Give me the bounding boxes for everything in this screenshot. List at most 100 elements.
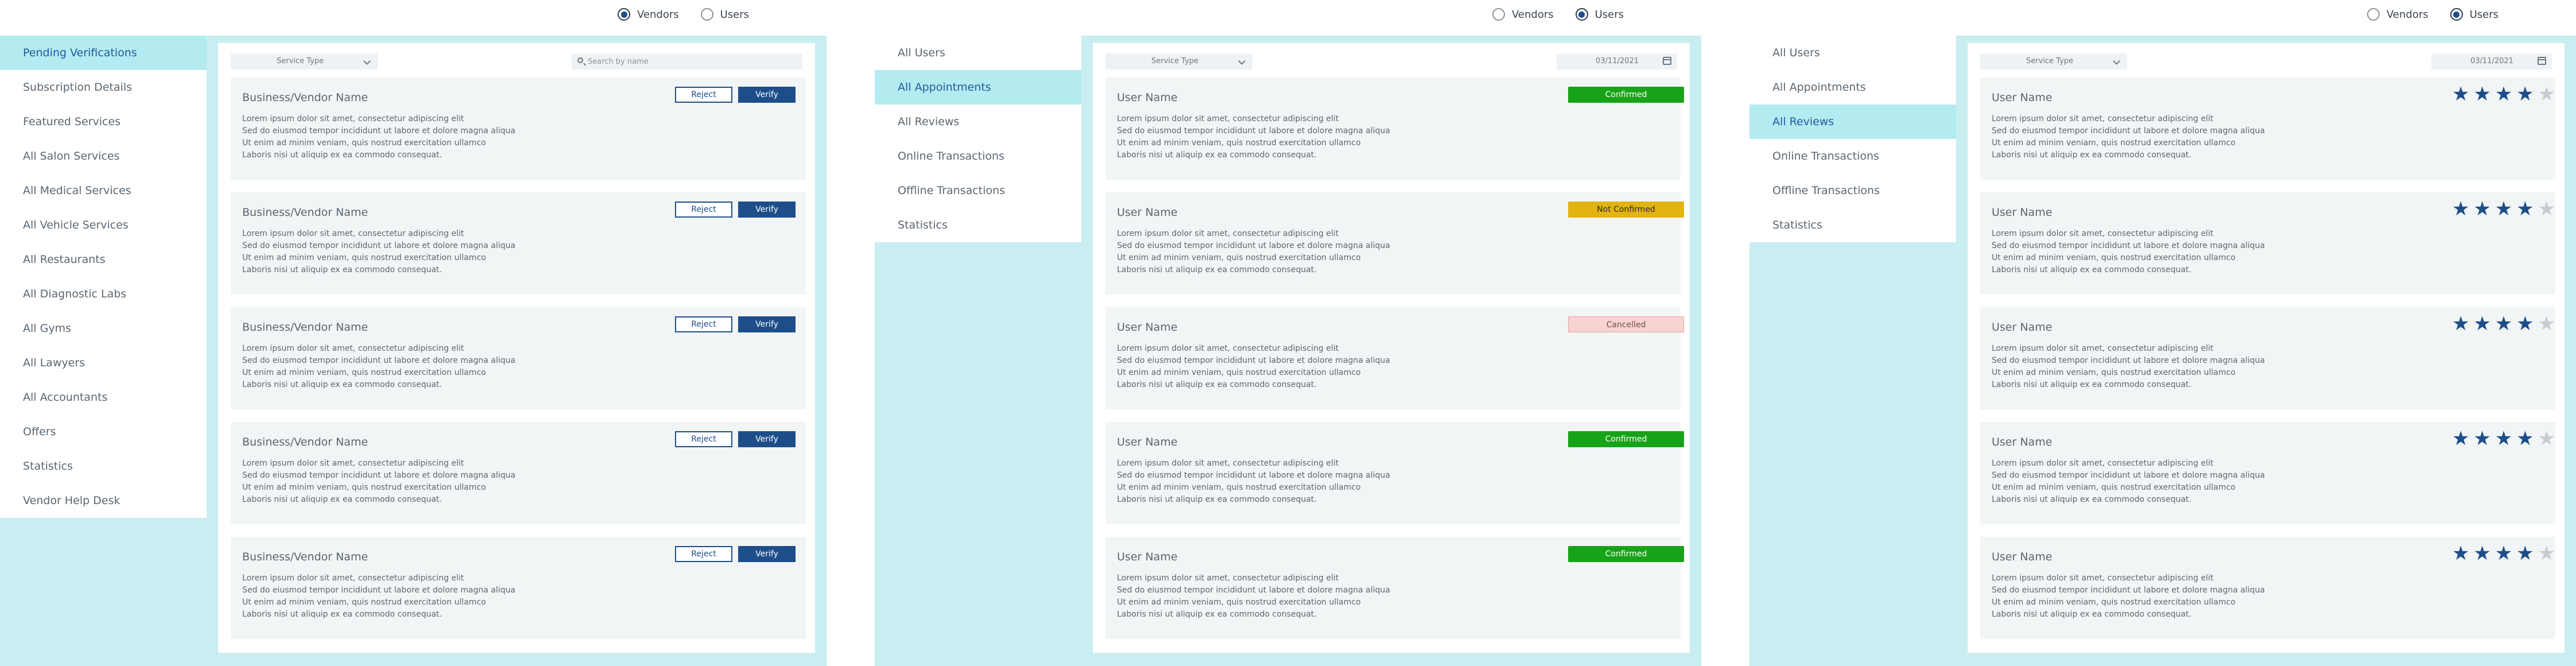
reject-button[interactable]: Reject bbox=[675, 546, 732, 562]
users-radio[interactable] bbox=[2450, 8, 2463, 21]
reject-button[interactable]: Reject bbox=[675, 87, 732, 103]
review-card: User Name Lorem ipsum dolor sit amet, co… bbox=[1980, 78, 2555, 180]
reject-button[interactable]: Reject bbox=[675, 202, 732, 218]
star-rating: ★ ★ ★ ★ ★ bbox=[2452, 199, 2555, 219]
sidebar-item-all-users[interactable]: All Users bbox=[875, 36, 1081, 70]
star-icon: ★ bbox=[2516, 312, 2534, 335]
appointment-card: User Name Lorem ipsum dolor sit amet, co… bbox=[1105, 537, 1684, 639]
card-description: Lorem ipsum dolor sit amet, consectetur … bbox=[242, 344, 515, 389]
sidebar-item-online-transactions[interactable]: Online Transactions bbox=[1749, 139, 1956, 173]
vendors-radio-label[interactable]: Vendors bbox=[2387, 9, 2428, 21]
sidebar-item-statistics[interactable]: Statistics bbox=[875, 208, 1081, 242]
sidebar-item-online-transactions[interactable]: Online Transactions bbox=[875, 139, 1081, 173]
users-radio-label[interactable]: Users bbox=[720, 9, 749, 21]
sidebar-item-all-appointments[interactable]: All Appointments bbox=[875, 70, 1081, 104]
service-type-select[interactable]: Service Type bbox=[1105, 53, 1252, 69]
card-title: Business/Vendor Name bbox=[242, 91, 368, 104]
vendor-card: Business/Vendor Name Lorem ipsum dolor s… bbox=[231, 78, 806, 180]
card-description: Lorem ipsum dolor sit amet, consectetur … bbox=[242, 114, 515, 160]
users-radio-label[interactable]: Users bbox=[1595, 9, 1624, 21]
card-description: Lorem ipsum dolor sit amet, consectetur … bbox=[242, 229, 515, 274]
star-icon: ★ bbox=[2516, 427, 2534, 450]
verify-button[interactable]: Verify bbox=[738, 316, 796, 332]
user-type-toggle: Vendors Users bbox=[618, 8, 771, 21]
date-picker[interactable]: 03/11/2021 bbox=[2431, 53, 2552, 69]
star-icon: ★ bbox=[2473, 312, 2491, 335]
card-description: Lorem ipsum dolor sit amet, consectetur … bbox=[1117, 574, 1390, 619]
sidebar-item-all-gyms[interactable]: All Gyms bbox=[0, 311, 207, 346]
card-description: Lorem ipsum dolor sit amet, consectetur … bbox=[1992, 229, 2265, 274]
sidebar-item-all-vehicle-services[interactable]: All Vehicle Services bbox=[0, 208, 207, 242]
sidebar-item-all-medical-services[interactable]: All Medical Services bbox=[0, 173, 207, 208]
card-title: User Name bbox=[1992, 321, 2053, 334]
sidebar-item-all-users[interactable]: All Users bbox=[1749, 36, 1956, 70]
reject-button[interactable]: Reject bbox=[675, 431, 732, 447]
users-radio[interactable] bbox=[700, 8, 713, 21]
sidebar-item-offline-transactions[interactable]: Offline Transactions bbox=[1749, 173, 1956, 208]
sidebar-item-all-accountants[interactable]: All Accountants bbox=[0, 380, 207, 415]
sidebar: All Users All Appointments All Reviews O… bbox=[1749, 36, 1956, 242]
card-title: User Name bbox=[1117, 206, 1178, 219]
sidebar-item-all-appointments[interactable]: All Appointments bbox=[1749, 70, 1956, 104]
users-radio-label[interactable]: Users bbox=[2470, 9, 2499, 21]
status-badge: Confirmed bbox=[1568, 87, 1684, 103]
search-input[interactable] bbox=[588, 53, 794, 69]
date-picker[interactable]: 03/11/2021 bbox=[1557, 53, 1677, 69]
sidebar-item-all-lawyers[interactable]: All Lawyers bbox=[0, 346, 207, 380]
verify-button[interactable]: Verify bbox=[738, 202, 796, 218]
star-icon: ★ bbox=[2494, 427, 2513, 450]
sidebar-item-offline-transactions[interactable]: Offline Transactions bbox=[875, 173, 1081, 208]
users-radio[interactable] bbox=[1575, 8, 1588, 21]
user-type-toggle: Vendors Users bbox=[1492, 8, 1646, 21]
sidebar-item-all-salon-services[interactable]: All Salon Services bbox=[0, 139, 207, 173]
sidebar-item-offers[interactable]: Offers bbox=[0, 415, 207, 449]
verify-button[interactable]: Verify bbox=[738, 87, 796, 103]
appointment-card: User Name Lorem ipsum dolor sit amet, co… bbox=[1105, 78, 1684, 180]
sidebar-item-statistics[interactable]: Statistics bbox=[1749, 208, 1956, 242]
sidebar-item-all-reviews[interactable]: All Reviews bbox=[1749, 104, 1956, 139]
card-title: User Name bbox=[1992, 206, 2053, 219]
star-icon: ★ bbox=[2473, 542, 2491, 565]
service-type-select[interactable]: Service Type bbox=[1980, 53, 2127, 69]
chevron-down-icon bbox=[1238, 57, 1246, 65]
sidebar-item-subscription-details[interactable]: Subscription Details bbox=[0, 70, 207, 104]
verify-button[interactable]: Verify bbox=[738, 431, 796, 447]
vendors-radio[interactable] bbox=[2367, 8, 2380, 21]
screen-appointments: Vendors Users All Users All Appointments… bbox=[875, 0, 1701, 666]
sidebar-item-featured-services[interactable]: Featured Services bbox=[0, 104, 207, 139]
card-title: Business/Vendor Name bbox=[242, 551, 368, 563]
top-bar: Vendors Users bbox=[875, 0, 1701, 36]
sidebar-item-all-restaurants[interactable]: All Restaurants bbox=[0, 242, 207, 277]
sidebar-item-all-reviews[interactable]: All Reviews bbox=[875, 104, 1081, 139]
card-title: User Name bbox=[1117, 321, 1178, 334]
vendors-radio[interactable] bbox=[1492, 8, 1505, 21]
star-icon: ★ bbox=[2473, 198, 2491, 220]
card-description: Lorem ipsum dolor sit amet, consectetur … bbox=[1117, 229, 1390, 274]
chevron-down-icon bbox=[363, 57, 371, 65]
card-description: Lorem ipsum dolor sit amet, consectetur … bbox=[1992, 459, 2265, 504]
main-content: Service Type 03/11/2021 User Name Lorem … bbox=[1968, 43, 2565, 653]
search-box[interactable] bbox=[572, 53, 802, 69]
card-title: User Name bbox=[1992, 91, 2053, 104]
service-type-value: Service Type bbox=[2026, 57, 2074, 65]
sidebar-item-pending-verifications[interactable]: Pending Verifications bbox=[0, 36, 207, 70]
star-icon: ★ bbox=[2494, 198, 2513, 220]
card-description: Lorem ipsum dolor sit amet, consectetur … bbox=[1992, 344, 2265, 389]
vendors-radio-label[interactable]: Vendors bbox=[1512, 9, 1554, 21]
top-bar: Vendors Users bbox=[1749, 0, 2576, 36]
star-icon: ★ bbox=[2452, 198, 2470, 220]
vendors-radio[interactable] bbox=[618, 8, 630, 21]
card-description: Lorem ipsum dolor sit amet, consectetur … bbox=[1117, 459, 1390, 504]
sidebar-item-all-diagnostic-labs[interactable]: All Diagnostic Labs bbox=[0, 277, 207, 311]
filter-row: Service Type bbox=[231, 53, 802, 69]
main-content: Service Type 03/11/2021 User Name Lorem … bbox=[1093, 43, 1690, 653]
vendors-radio-label[interactable]: Vendors bbox=[637, 9, 679, 21]
service-type-select[interactable]: Service Type bbox=[231, 53, 378, 69]
reject-button[interactable]: Reject bbox=[675, 316, 732, 332]
verify-button[interactable]: Verify bbox=[738, 546, 796, 562]
top-bar: Vendors Users bbox=[0, 0, 827, 36]
sidebar-item-statistics[interactable]: Statistics bbox=[0, 449, 207, 483]
card-title: User Name bbox=[1992, 436, 2053, 448]
sidebar-item-vendor-help-desk[interactable]: Vendor Help Desk bbox=[0, 483, 207, 518]
card-title: Business/Vendor Name bbox=[242, 321, 368, 334]
